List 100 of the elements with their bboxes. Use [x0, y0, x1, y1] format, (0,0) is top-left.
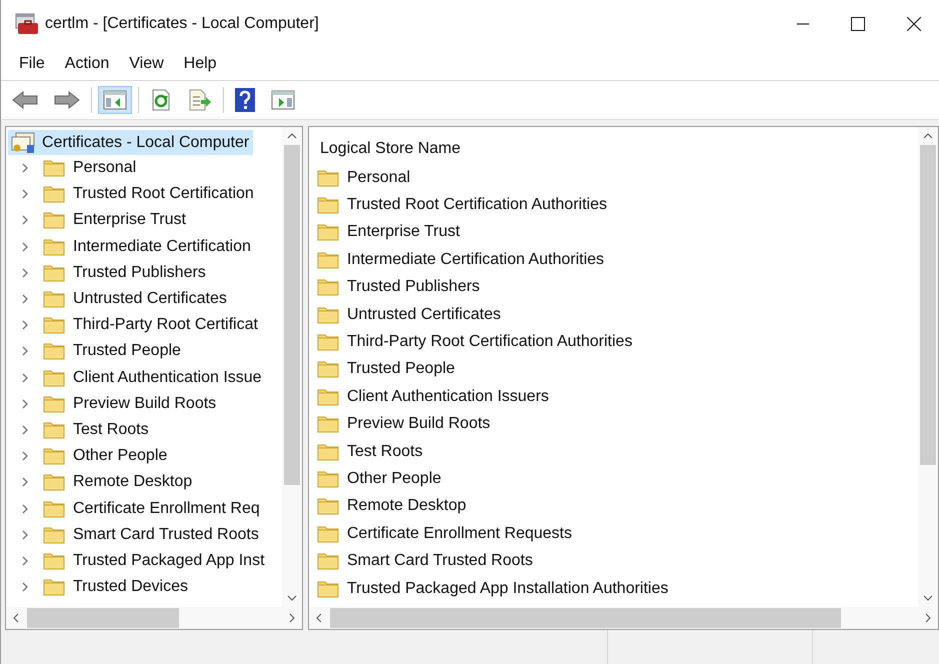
list-item[interactable]: Smart Card Trusted Roots [347, 552, 533, 570]
folder-icon [43, 552, 65, 570]
expand-chevron-icon[interactable] [21, 477, 29, 488]
tree-item[interactable]: Untrusted Certificates [73, 290, 227, 308]
list-item[interactable]: Trusted Packaged App Installation Authorities [347, 580, 668, 598]
maximize-icon[interactable] [851, 17, 865, 31]
folder-icon [317, 580, 339, 598]
tree-item[interactable]: Third-Party Root Certificat [73, 316, 258, 334]
menu-item[interactable]: View [119, 55, 174, 73]
folder-icon [317, 470, 339, 488]
expand-chevron-icon[interactable] [21, 268, 29, 278]
list-item[interactable]: Enterprise Trust [347, 223, 460, 242]
tree-item[interactable]: Client Authentication Issue [73, 368, 262, 387]
folder-icon [317, 415, 339, 434]
column-header[interactable]: Logical Store Name [320, 140, 461, 158]
folder-icon [317, 333, 339, 352]
tree-item[interactable]: Certificate Enrollment Req [73, 500, 260, 518]
tree-item[interactable]: Personal [73, 159, 136, 178]
folder-icon [317, 306, 339, 324]
expand-chevron-icon[interactable] [21, 215, 29, 226]
tree-item[interactable]: Preview Build Roots [73, 394, 216, 413]
folder-icon [43, 238, 65, 256]
list-item[interactable]: Other People [347, 470, 442, 488]
tree-item[interactable]: Trusted Publishers [73, 264, 206, 282]
tree-item[interactable]: Trusted Devices [73, 578, 188, 596]
tree-item[interactable]: Smart Card Trusted Roots [73, 526, 259, 544]
folder-icon [43, 473, 65, 492]
menu-item[interactable]: Help [174, 55, 227, 73]
expand-chevron-icon[interactable] [21, 346, 29, 356]
folder-icon [43, 447, 65, 466]
list-item[interactable]: Third-Party Root Certification Authorities [347, 333, 632, 352]
tree-item[interactable]: Trusted Packaged App Inst [73, 552, 265, 570]
tree-item[interactable]: Remote Desktop [73, 473, 192, 492]
folder-icon [43, 185, 65, 204]
expand-chevron-icon[interactable] [21, 530, 29, 540]
expand-chevron-icon[interactable] [21, 163, 29, 174]
scroll-up-icon[interactable] [287, 133, 297, 139]
list-item[interactable]: Personal [347, 168, 410, 187]
expand-chevron-icon[interactable] [21, 504, 29, 514]
tree-item[interactable]: Test Roots [73, 420, 149, 439]
list-item[interactable]: Intermediate Certification Authorities [347, 250, 604, 269]
folder-icon [43, 342, 65, 360]
scrollbar-thumb[interactable] [330, 608, 841, 628]
expand-chevron-icon[interactable] [21, 451, 29, 462]
folder-icon [43, 526, 65, 544]
expand-chevron-icon[interactable] [21, 189, 29, 200]
folder-icon [317, 168, 339, 187]
expand-chevron-icon[interactable] [21, 242, 29, 252]
scroll-left-icon[interactable] [316, 613, 322, 623]
scrollbar-thumb[interactable] [920, 145, 936, 465]
scrollbar-thumb[interactable] [27, 608, 180, 628]
list-item[interactable]: Client Authentication Issuers [347, 388, 549, 406]
folder-icon [43, 264, 65, 282]
list-item[interactable]: Preview Build Roots [347, 415, 490, 434]
folder-icon [43, 290, 65, 308]
list-item[interactable]: Trusted People [347, 360, 455, 378]
folder-icon [317, 524, 339, 543]
list-item[interactable]: Test Roots [347, 442, 423, 461]
expand-chevron-icon[interactable] [21, 372, 29, 383]
tree-item[interactable]: Trusted Root Certification [73, 185, 254, 204]
expand-chevron-icon[interactable] [21, 582, 29, 592]
scroll-up-icon[interactable] [923, 133, 933, 139]
menu-item[interactable]: File [9, 55, 55, 73]
expand-chevron-icon[interactable] [21, 424, 29, 435]
folder-icon [317, 360, 339, 378]
folder-icon [317, 388, 339, 406]
menu-item[interactable]: Action [54, 55, 120, 73]
folder-icon [43, 211, 65, 230]
folder-icon [43, 159, 65, 178]
tree-item[interactable]: Certificates - Local Computer [8, 130, 254, 155]
folder-icon [43, 368, 65, 387]
folder-icon [43, 500, 65, 518]
show-tree-icon[interactable] [98, 86, 132, 114]
expand-chevron-icon[interactable] [21, 398, 29, 409]
scroll-right-icon[interactable] [289, 613, 295, 623]
list-item[interactable]: Untrusted Certificates [347, 306, 501, 324]
scroll-left-icon[interactable] [13, 613, 19, 623]
window-title: certlm - [Certificates - Local Computer] [45, 15, 319, 33]
tree-item[interactable]: Intermediate Certification [73, 238, 251, 256]
list-item[interactable]: Certificate Enrollment Requests [347, 524, 572, 543]
tree-item[interactable]: Other People [73, 447, 168, 466]
folder-icon [317, 497, 339, 516]
close-icon[interactable] [907, 17, 921, 31]
list-item[interactable]: Trusted Root Certification Authorities [347, 196, 607, 214]
expand-chevron-icon[interactable] [21, 294, 29, 304]
expand-chevron-icon[interactable] [21, 556, 29, 566]
list-item[interactable]: Trusted Publishers [347, 278, 480, 296]
scroll-down-icon[interactable] [923, 595, 933, 601]
certificate-stack-icon [10, 132, 36, 154]
folder-icon [317, 196, 339, 214]
tree-item[interactable]: Trusted People [73, 342, 181, 360]
tree-item[interactable]: Enterprise Trust [73, 211, 186, 230]
expand-chevron-icon[interactable] [21, 320, 29, 330]
toolbox-icon [15, 13, 39, 35]
scroll-down-icon[interactable] [287, 595, 297, 601]
scroll-right-icon[interactable] [925, 613, 931, 623]
list-item[interactable]: Remote Desktop [347, 497, 466, 516]
scrollbar-thumb[interactable] [284, 145, 300, 485]
folder-icon [317, 250, 339, 269]
folder-icon [317, 278, 339, 296]
